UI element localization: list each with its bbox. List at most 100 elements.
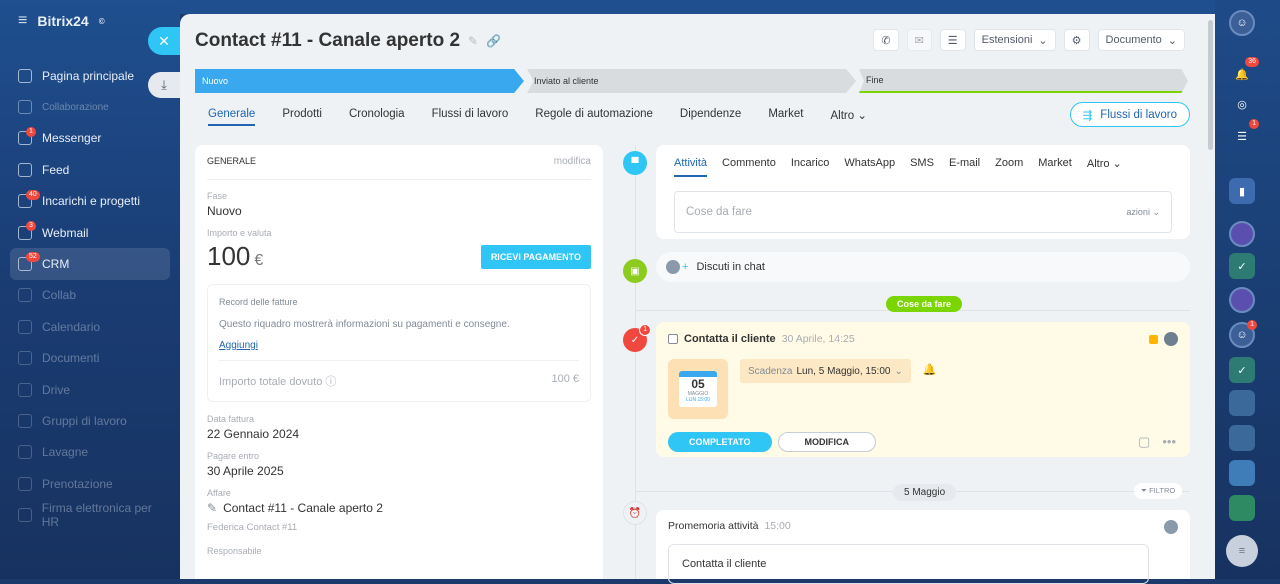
- tab-sms[interactable]: SMS: [910, 157, 934, 177]
- sidebar-item-documents[interactable]: Documenti: [10, 343, 170, 374]
- stage-inviato[interactable]: Inviato al cliente: [527, 69, 856, 93]
- edit-task-button[interactable]: MODIFICA: [777, 432, 876, 452]
- mail-icon: ✉: [914, 34, 924, 47]
- invoice-date-label: Data fattura: [207, 414, 255, 424]
- complete-button[interactable]: COMPLETATO: [668, 432, 772, 452]
- phase-value[interactable]: Nuovo: [207, 204, 591, 218]
- task-title[interactable]: Contatta il cliente: [684, 333, 776, 345]
- sidebar-item-esign[interactable]: Firma elettronica per HR: [10, 499, 170, 530]
- avatar[interactable]: [1164, 332, 1178, 346]
- responsible-label: Responsabile: [207, 546, 262, 556]
- tab-cronologia[interactable]: Cronologia: [349, 108, 405, 126]
- receive-payment-button[interactable]: RICEVI PAGAMENTO: [480, 244, 591, 269]
- sidebar-item-home[interactable]: Pagina principale: [10, 60, 170, 91]
- tab-regole[interactable]: Regole di automazione: [535, 108, 653, 126]
- close-slider-button[interactable]: ✕: [148, 27, 180, 55]
- deadline-selector[interactable]: Scadenza Lun, 5 Maggio, 15:00 ⌄: [740, 359, 911, 383]
- tab-email[interactable]: E-mail: [949, 157, 980, 177]
- sidebar-item-drive[interactable]: Drive: [10, 374, 170, 405]
- contact-avatar[interactable]: [1229, 287, 1255, 313]
- sidebar-item-boards[interactable]: Lavagne: [10, 437, 170, 468]
- menu-icon[interactable]: ≡: [18, 12, 27, 30]
- pay-by-label: Pagare entro: [207, 451, 260, 461]
- tab-flussi[interactable]: Flussi di lavoro: [432, 108, 509, 126]
- discuss-chat[interactable]: + Discuti in chat: [656, 252, 1190, 282]
- sidebar-item-booking[interactable]: Prenotazione: [10, 468, 170, 499]
- sidebar-item-collab[interactable]: Collab: [10, 280, 170, 311]
- tab-more[interactable]: Altro ⌄: [1087, 157, 1122, 177]
- chat-bubble-icon[interactable]: ☰ 1: [1229, 119, 1259, 149]
- chat-button[interactable]: ☰: [939, 29, 966, 51]
- group-icon[interactable]: [1229, 425, 1255, 451]
- scrollbar[interactable]: [1208, 20, 1213, 150]
- deal-link[interactable]: ✎ Contact #11 - Canale aperto 2: [207, 501, 591, 515]
- tab-activity[interactable]: Attività: [674, 157, 708, 177]
- task-checkbox[interactable]: [668, 334, 678, 344]
- sidebar-item-feed[interactable]: Feed: [10, 154, 170, 185]
- task-check-icon: ✓ 1: [623, 324, 651, 352]
- avatar-badge: 1: [1247, 320, 1257, 330]
- general-card: GENERALE modifica Fase Nuovo Importo e v…: [195, 145, 603, 579]
- tab-whatsapp[interactable]: WhatsApp: [844, 157, 895, 177]
- document-dropdown[interactable]: Documento ⌄: [1097, 29, 1185, 51]
- tab-comment[interactable]: Commento: [722, 157, 776, 177]
- reminder-text[interactable]: Contatta il cliente: [668, 544, 1149, 584]
- todo-input[interactable]: Cose da fare azioni ⌄: [674, 191, 1172, 233]
- edit-pencil-icon[interactable]: ✎: [468, 34, 478, 48]
- user-avatar[interactable]: ☺: [1229, 10, 1255, 36]
- plus-icon[interactable]: +: [682, 261, 688, 273]
- sidebar-item-collaborazione[interactable]: Collaborazione: [10, 91, 170, 122]
- add-invoice-link[interactable]: Aggiungi: [219, 340, 579, 351]
- tab-zoom[interactable]: Zoom: [995, 157, 1023, 177]
- sidebar-item-tasks[interactable]: 40 Incarichi e progetti: [10, 186, 170, 217]
- check-square-icon[interactable]: ✓: [1229, 357, 1255, 383]
- bookmark-icon[interactable]: ▮: [1229, 178, 1255, 204]
- calendar-icon: [18, 319, 32, 334]
- contact-avatar[interactable]: ☺ 1: [1229, 320, 1257, 348]
- menu-icon[interactable]: ≡: [1226, 535, 1258, 567]
- pay-by-value[interactable]: 30 Aprile 2025: [207, 464, 591, 478]
- mail-button[interactable]: ✉: [906, 29, 932, 51]
- bell-icon[interactable]: 🔔 36: [1229, 57, 1259, 87]
- tab-market[interactable]: Market: [768, 108, 803, 126]
- workflows-button[interactable]: ⇶ Flussi di lavoro: [1069, 102, 1190, 127]
- group-icon[interactable]: [1229, 495, 1255, 521]
- tab-dipendenze[interactable]: Dipendenze: [680, 108, 741, 126]
- check-square-icon[interactable]: ✓: [1229, 253, 1255, 279]
- tab-generale[interactable]: Generale: [208, 108, 256, 126]
- group-icon[interactable]: [1229, 390, 1255, 416]
- stage-nuovo[interactable]: Nuovo: [195, 69, 524, 93]
- settings-button[interactable]: ⚙: [1063, 29, 1090, 51]
- extensions-dropdown[interactable]: Estensioni ⌄: [973, 29, 1056, 51]
- sidebar-item-groups[interactable]: Gruppi di lavoro: [10, 405, 170, 436]
- help-icon[interactable]: ⓘ: [325, 376, 336, 388]
- phone-button[interactable]: ✆: [873, 29, 899, 51]
- chat-icon[interactable]: [1229, 460, 1255, 486]
- amount-value[interactable]: 100 €: [207, 241, 263, 272]
- tab-prodotti[interactable]: Prodotti: [282, 108, 322, 126]
- tab-altro[interactable]: Altro ⌄: [830, 108, 867, 126]
- edit-link[interactable]: modifica: [554, 156, 591, 167]
- minimize-button[interactable]: ⤓: [148, 72, 180, 98]
- stage-fine[interactable]: Fine: [859, 69, 1188, 93]
- avatar[interactable]: [1164, 520, 1178, 534]
- note-icon[interactable]: ▢: [1138, 434, 1150, 450]
- target-icon[interactable]: ◎: [1229, 91, 1255, 117]
- filter-button[interactable]: ⏷ FILTRO: [1134, 483, 1183, 499]
- tab-market[interactable]: Market: [1038, 157, 1072, 177]
- more-icon[interactable]: •••: [1162, 434, 1176, 450]
- logo[interactable]: ≡ Bitrix24 ©: [18, 12, 105, 30]
- invoice-date-value[interactable]: 22 Gennaio 2024: [207, 427, 591, 441]
- chevron-down-icon: ⌄: [857, 110, 867, 122]
- priority-flag-icon[interactable]: [1149, 334, 1158, 344]
- link-icon[interactable]: 🔗: [486, 34, 501, 48]
- sidebar-item-webmail[interactable]: 3 Webmail: [10, 217, 170, 248]
- contact-avatar[interactable]: [1229, 221, 1255, 247]
- tab-task[interactable]: Incarico: [791, 157, 830, 177]
- actions-dropdown[interactable]: azioni ⌄: [1126, 207, 1160, 218]
- sidebar-item-crm[interactable]: 52 CRM: [10, 248, 170, 280]
- sidebar-item-calendar[interactable]: Calendario: [10, 311, 170, 342]
- bell-icon[interactable]: 🔔: [923, 363, 937, 419]
- sidebar-item-messenger[interactable]: 1 Messenger: [10, 123, 170, 154]
- chevron-down-icon: ⌄: [894, 365, 903, 377]
